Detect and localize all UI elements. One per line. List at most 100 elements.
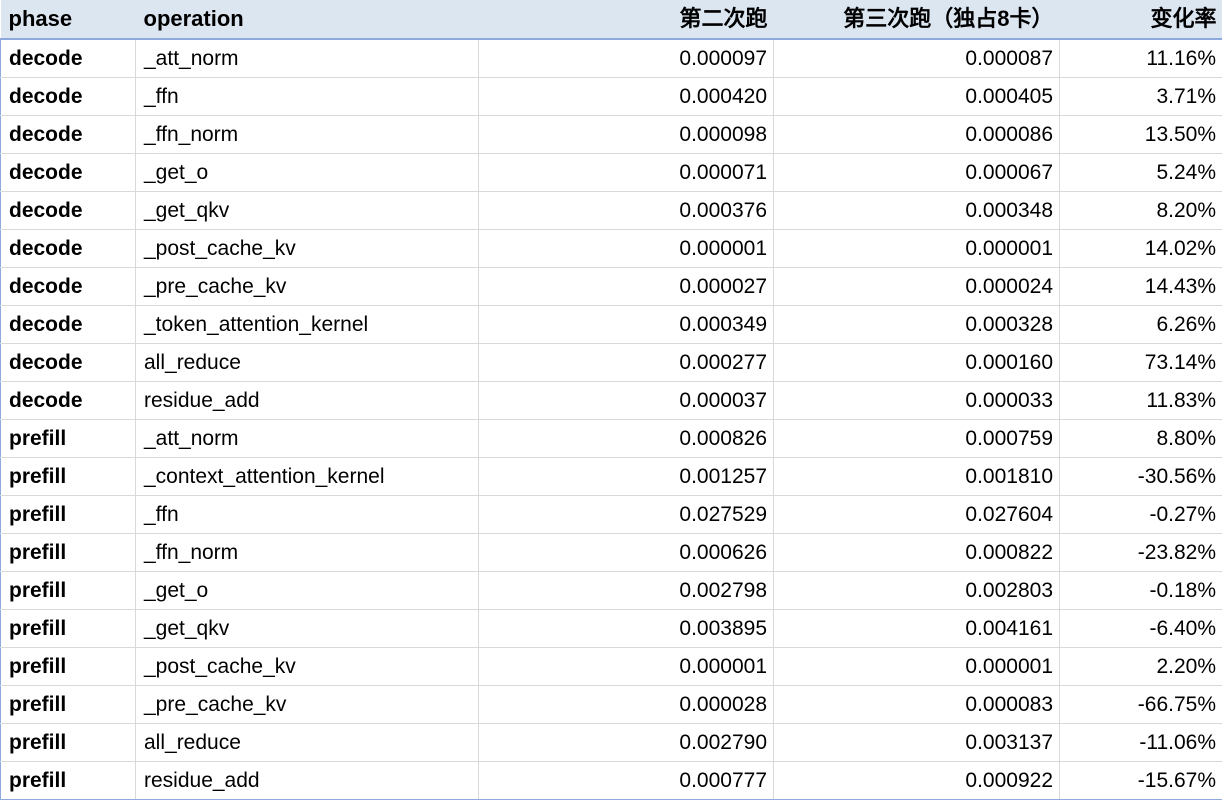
cell-phase[interactable]: prefill xyxy=(1,458,136,496)
column-header-phase[interactable]: phase xyxy=(1,0,136,39)
cell-operation[interactable]: _context_attention_kernel xyxy=(136,458,479,496)
cell-run3-value[interactable]: 0.000087 xyxy=(774,39,1060,78)
cell-phase[interactable]: prefill xyxy=(1,762,136,800)
cell-run2-value[interactable]: 0.002798 xyxy=(479,572,774,610)
cell-run3-value[interactable]: 0.000033 xyxy=(774,382,1060,420)
cell-operation[interactable]: _pre_cache_kv xyxy=(136,686,479,724)
cell-operation[interactable]: _get_qkv xyxy=(136,192,479,230)
cell-run3-value[interactable]: 0.000922 xyxy=(774,762,1060,800)
cell-change-rate[interactable]: -11.06% xyxy=(1060,724,1222,762)
cell-phase[interactable]: prefill xyxy=(1,420,136,458)
cell-run2-value[interactable]: 0.000777 xyxy=(479,762,774,800)
cell-phase[interactable]: decode xyxy=(1,268,136,306)
cell-change-rate[interactable]: -15.67% xyxy=(1060,762,1222,800)
cell-run3-value[interactable]: 0.000328 xyxy=(774,306,1060,344)
cell-run3-value[interactable]: 0.000001 xyxy=(774,648,1060,686)
cell-change-rate[interactable]: -0.27% xyxy=(1060,496,1222,534)
cell-change-rate[interactable]: 11.16% xyxy=(1060,39,1222,78)
cell-run2-value[interactable]: 0.001257 xyxy=(479,458,774,496)
cell-phase[interactable]: decode xyxy=(1,230,136,268)
cell-run3-value[interactable]: 0.000083 xyxy=(774,686,1060,724)
cell-change-rate[interactable]: 13.50% xyxy=(1060,116,1222,154)
cell-run2-value[interactable]: 0.000376 xyxy=(479,192,774,230)
cell-run2-value[interactable]: 0.000277 xyxy=(479,344,774,382)
cell-run3-value[interactable]: 0.002803 xyxy=(774,572,1060,610)
cell-phase[interactable]: decode xyxy=(1,154,136,192)
cell-phase[interactable]: prefill xyxy=(1,686,136,724)
cell-change-rate[interactable]: -23.82% xyxy=(1060,534,1222,572)
cell-run2-value[interactable]: 0.000826 xyxy=(479,420,774,458)
cell-change-rate[interactable]: -6.40% xyxy=(1060,610,1222,648)
cell-change-rate[interactable]: -0.18% xyxy=(1060,572,1222,610)
cell-operation[interactable]: _get_o xyxy=(136,154,479,192)
cell-run3-value[interactable]: 0.000759 xyxy=(774,420,1060,458)
cell-operation[interactable]: all_reduce xyxy=(136,344,479,382)
cell-operation[interactable]: _pre_cache_kv xyxy=(136,268,479,306)
cell-run2-value[interactable]: 0.000037 xyxy=(479,382,774,420)
cell-change-rate[interactable]: 14.02% xyxy=(1060,230,1222,268)
cell-change-rate[interactable]: 3.71% xyxy=(1060,78,1222,116)
cell-operation[interactable]: all_reduce xyxy=(136,724,479,762)
cell-run2-value[interactable]: 0.027529 xyxy=(479,496,774,534)
cell-phase[interactable]: prefill xyxy=(1,648,136,686)
cell-phase[interactable]: prefill xyxy=(1,534,136,572)
cell-phase[interactable]: prefill xyxy=(1,496,136,534)
cell-change-rate[interactable]: 8.80% xyxy=(1060,420,1222,458)
cell-change-rate[interactable]: 5.24% xyxy=(1060,154,1222,192)
cell-phase[interactable]: decode xyxy=(1,116,136,154)
cell-run3-value[interactable]: 0.000024 xyxy=(774,268,1060,306)
cell-phase[interactable]: decode xyxy=(1,78,136,116)
cell-change-rate[interactable]: 8.20% xyxy=(1060,192,1222,230)
cell-phase[interactable]: decode xyxy=(1,39,136,78)
cell-run3-value[interactable]: 0.000160 xyxy=(774,344,1060,382)
cell-operation[interactable]: _att_norm xyxy=(136,39,479,78)
cell-run2-value[interactable]: 0.000028 xyxy=(479,686,774,724)
cell-change-rate[interactable]: 14.43% xyxy=(1060,268,1222,306)
cell-run3-value[interactable]: 0.004161 xyxy=(774,610,1060,648)
cell-run2-value[interactable]: 0.000098 xyxy=(479,116,774,154)
cell-run2-value[interactable]: 0.000071 xyxy=(479,154,774,192)
column-header-operation[interactable]: operation xyxy=(136,0,479,39)
cell-run3-value[interactable]: 0.000001 xyxy=(774,230,1060,268)
cell-phase[interactable]: decode xyxy=(1,192,136,230)
cell-operation[interactable]: _post_cache_kv xyxy=(136,648,479,686)
cell-operation[interactable]: _get_qkv xyxy=(136,610,479,648)
cell-operation[interactable]: _get_o xyxy=(136,572,479,610)
cell-run2-value[interactable]: 0.000420 xyxy=(479,78,774,116)
cell-operation[interactable]: residue_add xyxy=(136,762,479,800)
cell-run3-value[interactable]: 0.000405 xyxy=(774,78,1060,116)
cell-change-rate[interactable]: -30.56% xyxy=(1060,458,1222,496)
cell-change-rate[interactable]: 73.14% xyxy=(1060,344,1222,382)
column-header-run3[interactable]: 第三次跑（独占8卡） xyxy=(774,0,1060,39)
cell-operation[interactable]: _ffn xyxy=(136,78,479,116)
cell-operation[interactable]: _ffn_norm xyxy=(136,116,479,154)
cell-operation[interactable]: _ffn xyxy=(136,496,479,534)
cell-phase[interactable]: decode xyxy=(1,382,136,420)
cell-run3-value[interactable]: 0.000067 xyxy=(774,154,1060,192)
cell-change-rate[interactable]: 6.26% xyxy=(1060,306,1222,344)
cell-run2-value[interactable]: 0.002790 xyxy=(479,724,774,762)
cell-phase[interactable]: prefill xyxy=(1,610,136,648)
cell-run2-value[interactable]: 0.003895 xyxy=(479,610,774,648)
cell-phase[interactable]: prefill xyxy=(1,572,136,610)
cell-run2-value[interactable]: 0.000001 xyxy=(479,230,774,268)
column-header-run2[interactable]: 第二次跑 xyxy=(479,0,774,39)
cell-phase[interactable]: decode xyxy=(1,306,136,344)
cell-operation[interactable]: residue_add xyxy=(136,382,479,420)
cell-operation[interactable]: _post_cache_kv xyxy=(136,230,479,268)
cell-run2-value[interactable]: 0.000349 xyxy=(479,306,774,344)
cell-run3-value[interactable]: 0.003137 xyxy=(774,724,1060,762)
cell-run2-value[interactable]: 0.000626 xyxy=(479,534,774,572)
cell-phase[interactable]: decode xyxy=(1,344,136,382)
cell-run2-value[interactable]: 0.000097 xyxy=(479,39,774,78)
cell-run3-value[interactable]: 0.000822 xyxy=(774,534,1060,572)
cell-run3-value[interactable]: 0.000086 xyxy=(774,116,1060,154)
cell-change-rate[interactable]: 2.20% xyxy=(1060,648,1222,686)
column-header-delta[interactable]: 变化率 xyxy=(1060,0,1222,39)
cell-operation[interactable]: _token_attention_kernel xyxy=(136,306,479,344)
cell-change-rate[interactable]: -66.75% xyxy=(1060,686,1222,724)
cell-operation[interactable]: _ffn_norm xyxy=(136,534,479,572)
cell-run2-value[interactable]: 0.000001 xyxy=(479,648,774,686)
cell-run3-value[interactable]: 0.027604 xyxy=(774,496,1060,534)
cell-run2-value[interactable]: 0.000027 xyxy=(479,268,774,306)
